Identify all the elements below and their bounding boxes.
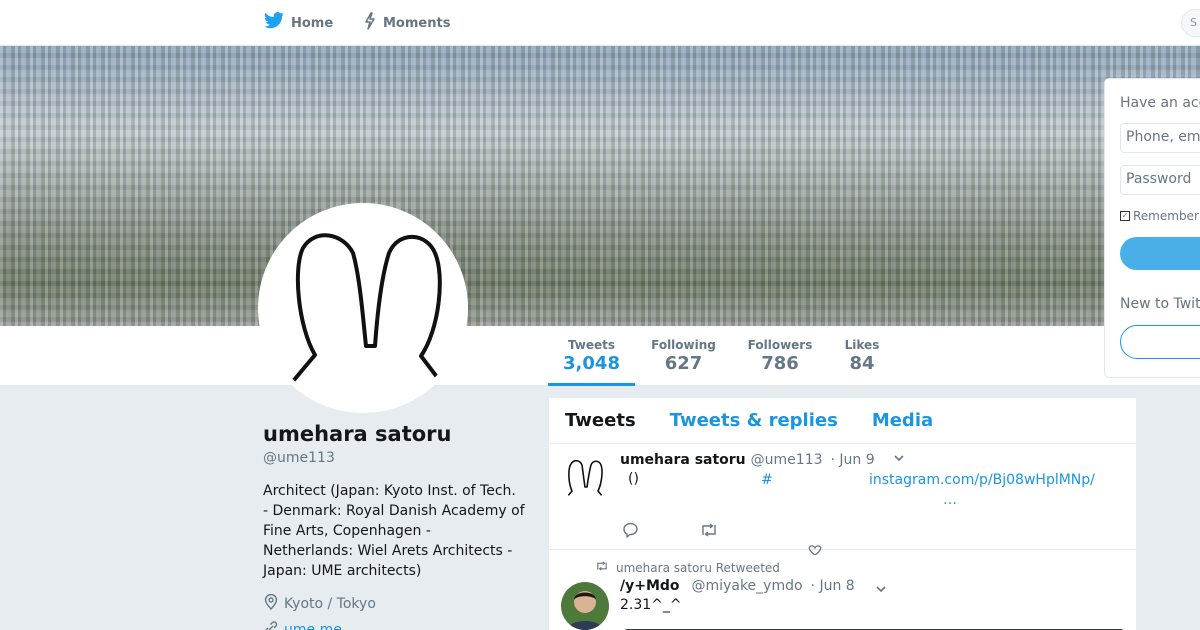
tweet-link-ellipsis[interactable]: … [943,492,957,508]
stat-followers[interactable]: Followers 786 [740,326,820,386]
location-pin-icon [263,593,279,614]
tweet-author-handle[interactable]: @ume113 [751,452,823,468]
profile-location-text: Kyoto / Tokyo [284,596,376,612]
nav-moments[interactable]: Moments [363,0,450,46]
profile-handle[interactable]: @ume113 [263,450,335,466]
search-input[interactable]: S [1181,9,1200,37]
tweet-author-handle[interactable]: @miyake_ymdo [692,578,803,594]
nav-home[interactable]: Home [263,0,333,46]
tweet-author-name[interactable]: /y+Mdo [620,578,680,594]
password-field[interactable]: Password [1120,165,1200,195]
stat-likes[interactable]: Likes 84 [838,326,886,386]
profile-location: Kyoto / Tokyo [263,593,376,614]
search-placeholder: S [1190,16,1197,29]
retweet-context: umehara satoru Retweeted [595,560,780,575]
stat-likes-value: 84 [849,353,875,374]
tweet-link[interactable]: instagram.com/p/Bj08wHplMNp/ [869,472,1095,488]
link-icon [263,620,279,630]
timeline: Tweets Tweets & replies Media umehara sa… [548,397,1137,630]
tweet-author-name[interactable]: umehara satoru [620,452,746,468]
profile-name[interactable]: umehara satoru [263,422,451,446]
retweet-icon [595,560,609,575]
remember-label: Remember me [1133,209,1200,223]
reply-icon[interactable] [622,522,640,542]
tweet-avatar[interactable] [561,454,609,502]
profile-banner [0,46,1200,326]
tweet-hashtag[interactable]: # [761,472,773,488]
retweet-icon[interactable] [699,522,719,542]
nav-home-label: Home [291,15,334,31]
chevron-down-icon[interactable] [874,581,888,600]
stat-following[interactable]: Following 627 [645,326,722,386]
tab-media[interactable]: Media [872,410,933,431]
stat-tweets-label: Tweets [567,338,616,352]
tab-tweets-replies[interactable]: Tweets & replies [670,410,838,431]
profile-nav: Tweets 3,048 Following 627 Followers 786… [0,326,1200,386]
person-photo [561,582,609,630]
stat-followers-value: 786 [761,353,799,374]
stat-following-value: 627 [664,353,703,374]
login-title: Have an account? [1120,95,1200,111]
bunny-ears-drawing [292,233,442,383]
profile-bio: Architect (Japan: Kyoto Inst. of Tech. -… [263,483,525,579]
tweet-text: 2.31^_^ [620,597,682,613]
tweet-header: umehara satoru @ume113 · Jun 9 [620,452,875,468]
tweet-timestamp[interactable]: · Jun 9 [831,452,875,468]
lightning-icon [363,12,377,34]
tweet-header: /y+Mdo @miyake_ymdo · Jun 8 [620,578,855,594]
login-panel: Have an account? Phone, email or usernam… [1104,78,1200,378]
tab-tweets[interactable]: Tweets [565,410,636,431]
signup-button[interactable] [1120,325,1200,359]
top-nav: Home Moments S [0,0,1200,46]
profile-url[interactable]: ume.me [263,620,342,630]
tweet-text: () [628,471,639,487]
stat-followers-label: Followers [747,338,813,352]
tweet-timestamp[interactable]: · Jun 8 [811,578,855,594]
retweet-context-text[interactable]: umehara satoru Retweeted [616,561,780,575]
profile-avatar[interactable] [258,203,468,413]
remember-checkbox[interactable]: ✓ [1120,211,1130,221]
nav-moments-label: Moments [383,15,451,31]
profile-url-text: ume.me [284,622,342,630]
stat-tweets-value: 3,048 [563,353,620,374]
tweet-avatar[interactable] [561,582,609,630]
username-placeholder: Phone, email or username [1126,129,1200,145]
bunny-ears-drawing [566,459,604,498]
stat-following-label: Following [651,338,716,352]
login-button[interactable] [1120,237,1200,270]
tweet[interactable]: umehara satoru Retweeted /y+Mdo @miyake_… [549,551,1136,630]
password-placeholder: Password [1126,171,1192,187]
tweet[interactable]: umehara satoru @ume113 · Jun 9 () # inst… [549,444,1136,556]
new-to-twitter-text: New to Twitter? [1120,296,1200,312]
chevron-down-icon[interactable] [892,450,906,469]
username-field[interactable]: Phone, email or username [1120,123,1200,153]
remember-me[interactable]: ✓ Remember me [1120,209,1200,223]
stat-tweets[interactable]: Tweets 3,048 [548,326,635,386]
stat-likes-label: Likes [844,338,880,352]
twitter-bird-icon [263,12,285,34]
timeline-tabs: Tweets Tweets & replies Media [549,398,1136,444]
